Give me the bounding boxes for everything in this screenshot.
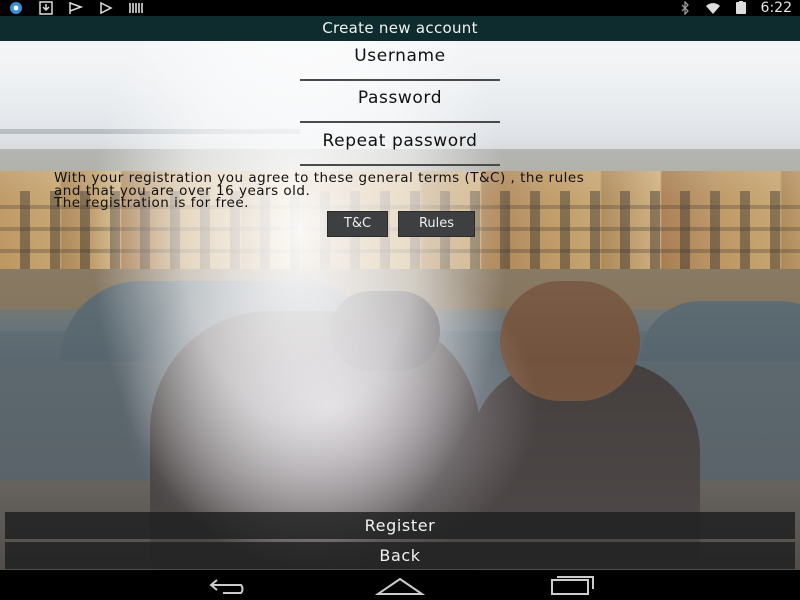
- nav-home-icon[interactable]: [375, 574, 425, 596]
- status-bar: 6:22: [0, 0, 800, 16]
- back-button[interactable]: Back: [5, 542, 795, 569]
- bluetooth-icon: [681, 1, 689, 15]
- system-icons: 6:22: [677, 0, 792, 16]
- muted-flag-icon: [69, 2, 84, 14]
- username-field[interactable]: Username: [300, 41, 500, 81]
- play-icon: [100, 1, 113, 15]
- register-button[interactable]: Register: [5, 512, 795, 539]
- tc-button[interactable]: T&C: [327, 211, 388, 237]
- username-hint: Username: [354, 46, 446, 66]
- battery-icon: [735, 1, 746, 14]
- terms-line-3: The registration is for free.: [54, 195, 249, 211]
- password-hint: Password: [357, 88, 443, 108]
- terms-text: With your registration you agree to thes…: [54, 172, 754, 210]
- notification-icons: [8, 0, 144, 16]
- password-underline: [300, 121, 500, 123]
- barcode-icon: [129, 3, 143, 13]
- download-icon: [39, 1, 53, 15]
- navigation-bar: [0, 570, 800, 600]
- nav-back-icon[interactable]: [203, 574, 253, 596]
- nav-recent-apps-icon[interactable]: [547, 574, 597, 596]
- clock: 6:22: [760, 0, 792, 16]
- page-title: Create new account: [0, 16, 800, 41]
- password-field[interactable]: Password: [300, 83, 500, 123]
- wifi-icon: [705, 3, 720, 15]
- repeat-password-underline: [300, 164, 500, 166]
- repeat-password-hint: Repeat password: [322, 131, 478, 151]
- username-underline: [300, 79, 500, 81]
- app-notification-icon: [10, 2, 22, 14]
- repeat-password-field[interactable]: Repeat password: [300, 126, 500, 166]
- rules-button[interactable]: Rules: [398, 211, 475, 237]
